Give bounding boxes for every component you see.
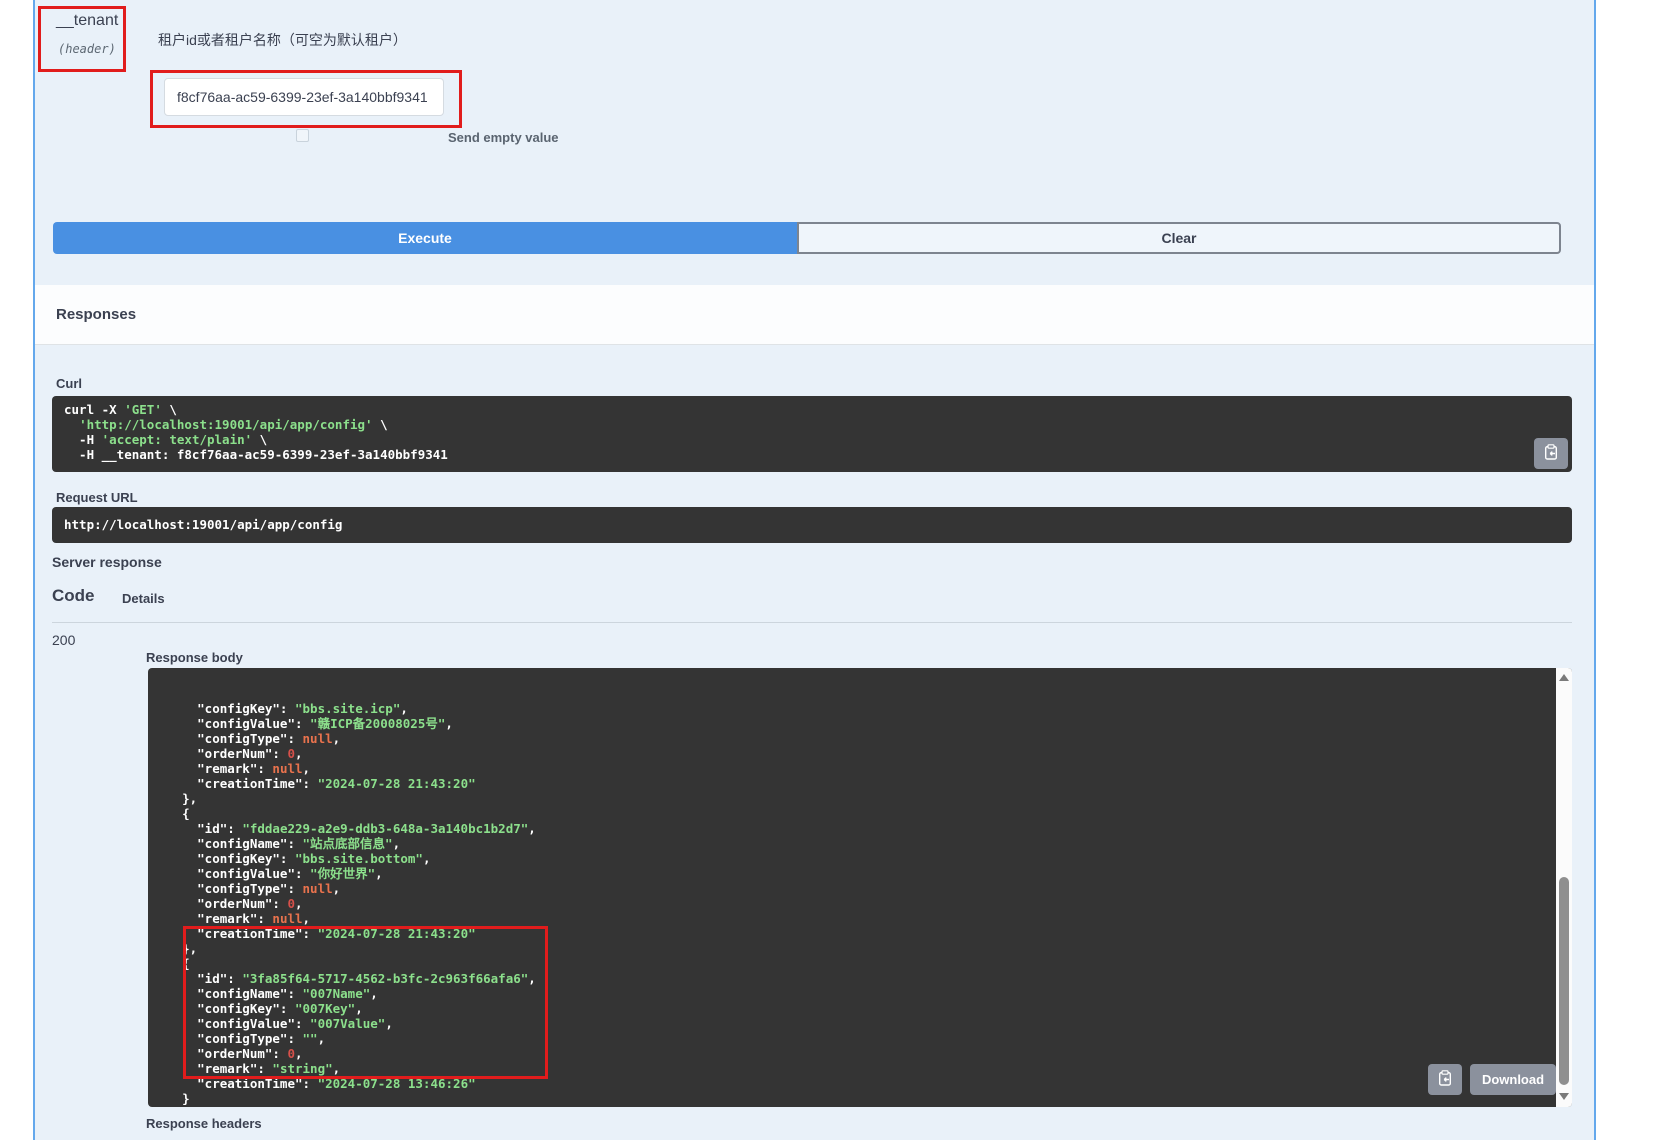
clipboard-copy-icon <box>1437 1070 1453 1089</box>
curl-label: Curl <box>56 376 82 391</box>
curl-command-code: curl -X 'GET' \ 'http://localhost:19001/… <box>52 396 1572 472</box>
responses-section-header <box>35 285 1594 345</box>
parameter-name: __tenant <box>56 12 118 30</box>
server-response-label: Server response <box>52 554 162 570</box>
responses-title: Responses <box>56 306 136 323</box>
tenant-value-input[interactable] <box>164 78 444 116</box>
response-body-code: "configKey": "bbs.site.icp", "configValu… <box>148 668 1572 1107</box>
copy-curl-button[interactable] <box>1534 438 1568 469</box>
request-url-code: http://localhost:19001/api/app/config <box>52 507 1572 543</box>
status-code: 200 <box>52 632 75 648</box>
clear-button[interactable]: Clear <box>797 222 1561 254</box>
table-header-divider <box>52 622 1572 623</box>
send-empty-value-label: Send empty value <box>448 130 559 145</box>
scrollbar-track[interactable] <box>1556 668 1572 1107</box>
parameter-location: (header) <box>58 42 116 56</box>
response-body-label: Response body <box>146 650 243 665</box>
response-headers-label: Response headers <box>146 1116 262 1131</box>
code-column-header: Code <box>52 586 95 606</box>
download-button[interactable]: Download <box>1470 1064 1556 1095</box>
scroll-down-arrow-icon[interactable] <box>1559 1093 1569 1100</box>
details-column-header: Details <box>122 591 165 606</box>
scrollbar-thumb[interactable] <box>1559 877 1569 1085</box>
parameter-description: 租户id或者租户名称（可空为默认租户） <box>158 30 407 50</box>
clipboard-copy-icon <box>1543 444 1559 463</box>
scroll-up-arrow-icon[interactable] <box>1559 674 1569 681</box>
request-url-label: Request URL <box>56 490 138 505</box>
execute-button[interactable]: Execute <box>53 222 797 254</box>
send-empty-checkbox[interactable] <box>296 129 309 142</box>
copy-response-button[interactable] <box>1428 1064 1462 1095</box>
response-body-scrollbar[interactable] <box>1556 668 1572 1107</box>
swagger-page: __tenant (header) 租户id或者租户名称（可空为默认租户） Se… <box>0 0 1667 1140</box>
